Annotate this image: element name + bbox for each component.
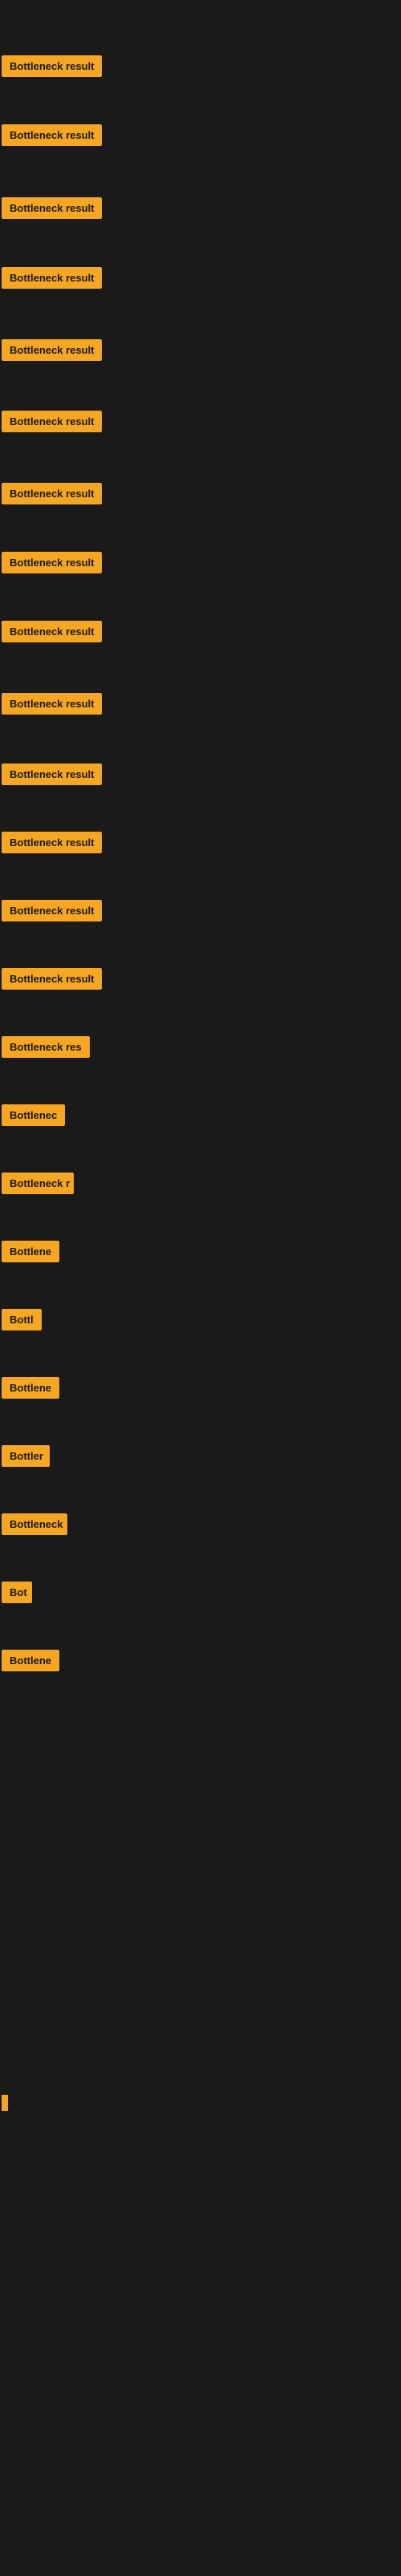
page-wrapper: Bottleneck result Bottleneck result Bottle… <box>0 0 401 2576</box>
bottleneck-label: Bottleneck result <box>2 411 102 432</box>
bottleneck-item-13[interactable]: Bottleneck result <box>2 900 102 925</box>
bottleneck-label: Bottleneck result <box>2 267 102 289</box>
bottleneck-label: Bottleneck result <box>2 197 102 219</box>
items-container: Bottleneck result Bottleneck result Bottle… <box>0 10 401 2576</box>
bottleneck-item-10[interactable]: Bottleneck result <box>2 693 102 719</box>
bottleneck-item-24[interactable]: Bottlene <box>2 1650 59 1675</box>
bottleneck-item-14[interactable]: Bottleneck result <box>2 968 102 994</box>
bottleneck-item-9[interactable]: Bottleneck result <box>2 621 102 646</box>
bottleneck-label: Bottleneck result <box>2 124 102 146</box>
bottleneck-label: Bottleneck result <box>2 483 102 504</box>
bottleneck-item-8[interactable]: Bottleneck result <box>2 552 102 577</box>
bottleneck-label: Bottleneck result <box>2 339 102 361</box>
bottleneck-item-3[interactable]: Bottleneck result <box>2 197 102 223</box>
bottleneck-label: Bottlene <box>2 1241 59 1262</box>
bottleneck-item-17[interactable]: Bottleneck r <box>2 1173 74 1198</box>
bottleneck-label: Bottlene <box>2 1650 59 1671</box>
bottleneck-item-19[interactable]: Bottl <box>2 1309 42 1335</box>
bottleneck-item-12[interactable]: Bottleneck result <box>2 832 102 857</box>
bottleneck-item-6[interactable]: Bottleneck result <box>2 411 102 436</box>
bottleneck-label: Bottlene <box>2 1377 59 1399</box>
bottleneck-label: Bottleneck r <box>2 1173 74 1194</box>
bottleneck-item-5[interactable]: Bottleneck result <box>2 339 102 365</box>
bottleneck-item-18[interactable]: Bottlene <box>2 1241 59 1266</box>
bottleneck-item-4[interactable]: Bottleneck result <box>2 267 102 293</box>
bottleneck-label: Bottleneck result <box>2 693 102 715</box>
bottleneck-label: Bottleneck result <box>2 832 102 853</box>
bottleneck-label: Bottleneck res <box>2 1036 90 1058</box>
bottleneck-item-23[interactable]: Bot <box>2 1582 32 1607</box>
bottom-indicator <box>2 2095 8 2111</box>
bottleneck-item-7[interactable]: Bottleneck result <box>2 483 102 508</box>
bottleneck-item-20[interactable]: Bottlene <box>2 1377 59 1403</box>
bottleneck-item-11[interactable]: Bottleneck result <box>2 763 102 789</box>
bottleneck-item-21[interactable]: Bottler <box>2 1445 50 1471</box>
bottleneck-item-22[interactable]: Bottleneck <box>2 1513 67 1539</box>
bottleneck-label: Bottleneck result <box>2 552 102 573</box>
bottleneck-label: Bottlenec <box>2 1104 65 1126</box>
bottleneck-item-15[interactable]: Bottleneck res <box>2 1036 90 1062</box>
bottleneck-label: Bot <box>2 1582 32 1603</box>
bottleneck-label: Bottleneck result <box>2 900 102 921</box>
bottleneck-item-1[interactable]: Bottleneck result <box>2 55 102 81</box>
bottleneck-label: Bottleneck result <box>2 621 102 642</box>
bottleneck-label: Bottleneck result <box>2 55 102 77</box>
site-title <box>0 0 401 10</box>
bottleneck-label: Bottl <box>2 1309 42 1331</box>
bottleneck-label: Bottler <box>2 1445 50 1467</box>
bottleneck-item-16[interactable]: Bottlenec <box>2 1104 65 1130</box>
bottleneck-label: Bottleneck <box>2 1513 67 1535</box>
bottleneck-label: Bottleneck result <box>2 763 102 785</box>
bottleneck-item-2[interactable]: Bottleneck result <box>2 124 102 150</box>
bottleneck-label: Bottleneck result <box>2 968 102 990</box>
